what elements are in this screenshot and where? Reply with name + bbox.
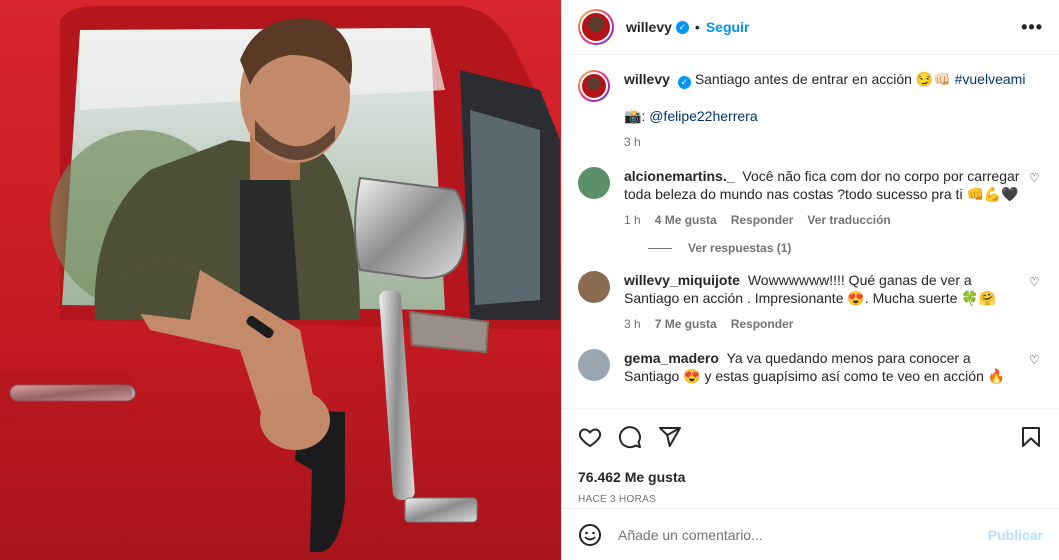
reply-button[interactable]: Responder <box>731 315 794 333</box>
commenter-avatar[interactable] <box>578 349 610 381</box>
action-bar <box>578 421 1043 453</box>
publish-button[interactable]: Publicar <box>988 527 1043 543</box>
caption: willevy ✓ Santiago antes de entrar en acc… <box>578 70 1043 151</box>
caption-time[interactable]: 3 h <box>624 133 641 151</box>
post-actions: 76.462 Me gusta HACE 3 HORAS <box>562 408 1059 505</box>
commenter-avatar[interactable] <box>578 271 610 303</box>
caption-text: Santiago antes de entrar en acción 😏👊🏻 <box>694 71 951 87</box>
comments-list[interactable]: willevy ✓ Santiago antes de entrar en acc… <box>562 56 1059 408</box>
comment-likes[interactable]: 4 Me gusta <box>655 211 717 229</box>
emoji-icon[interactable] <box>578 523 602 547</box>
comment-item: gema_madero Ya va quedando menos para co… <box>578 349 1043 385</box>
comment-composer: Publicar <box>562 508 1059 560</box>
post-image[interactable] <box>0 0 561 560</box>
share-icon[interactable] <box>658 423 698 451</box>
caption-hashtag[interactable]: #vuelveami <box>955 71 1026 87</box>
post-header: willevy ✓ • Seguir ••• <box>562 0 1059 55</box>
follow-button[interactable]: Seguir <box>706 19 750 35</box>
comment-username[interactable]: alcionemartins._ <box>624 168 735 184</box>
bookmark-icon[interactable] <box>1019 423 1043 451</box>
author-username[interactable]: willevy <box>626 19 672 35</box>
author-avatar[interactable] <box>578 9 614 45</box>
more-options-icon[interactable]: ••• <box>1021 17 1043 38</box>
comment-username[interactable]: willevy_miquijote <box>624 272 740 288</box>
comment-input[interactable] <box>618 526 988 543</box>
comment-username[interactable]: gema_madero <box>624 350 719 366</box>
comment-item: alcionemartins._ Você não fica com dor n… <box>578 167 1043 229</box>
comment-like-heart-icon[interactable]: ♡ <box>1029 275 1043 289</box>
comment-like-heart-icon[interactable]: ♡ <box>1029 353 1043 367</box>
likes-count[interactable]: 76.462 Me gusta <box>578 469 1043 485</box>
replies-divider <box>648 247 672 249</box>
post-timestamp[interactable]: HACE 3 HORAS <box>578 494 1043 505</box>
heart-icon[interactable] <box>578 423 618 451</box>
comment-time[interactable]: 1 h <box>624 211 641 229</box>
comment-likes[interactable]: 7 Me gusta <box>655 315 717 333</box>
separator-dot: • <box>694 19 700 35</box>
caption-avatar[interactable] <box>578 70 610 102</box>
reply-button[interactable]: Responder <box>731 211 794 229</box>
verified-badge-icon: ✓ <box>677 76 691 89</box>
translate-button[interactable]: Ver traducción <box>807 211 890 229</box>
post-side-panel: willevy ✓ • Seguir ••• willevy ✓ Santiago… <box>561 0 1059 560</box>
caption-username[interactable]: willevy <box>624 71 670 87</box>
comment-like-heart-icon[interactable]: ♡ <box>1029 171 1043 185</box>
view-replies-button[interactable]: Ver respuestas (1) <box>648 241 1043 255</box>
view-replies-label: Ver respuestas (1) <box>688 241 792 255</box>
commenter-avatar[interactable] <box>578 167 610 199</box>
post-photo-illustration <box>0 0 561 560</box>
comment-icon[interactable] <box>618 423 658 451</box>
comment-item: willevy_miquijote Wowwwwww!!!! Qué ganas… <box>578 271 1043 333</box>
caption-mention[interactable]: @felipe22herrera <box>649 108 757 124</box>
comment-time[interactable]: 3 h <box>624 315 641 333</box>
verified-badge-icon: ✓ <box>675 20 689 34</box>
caption-credit-emoji: 📸: <box>624 108 646 124</box>
